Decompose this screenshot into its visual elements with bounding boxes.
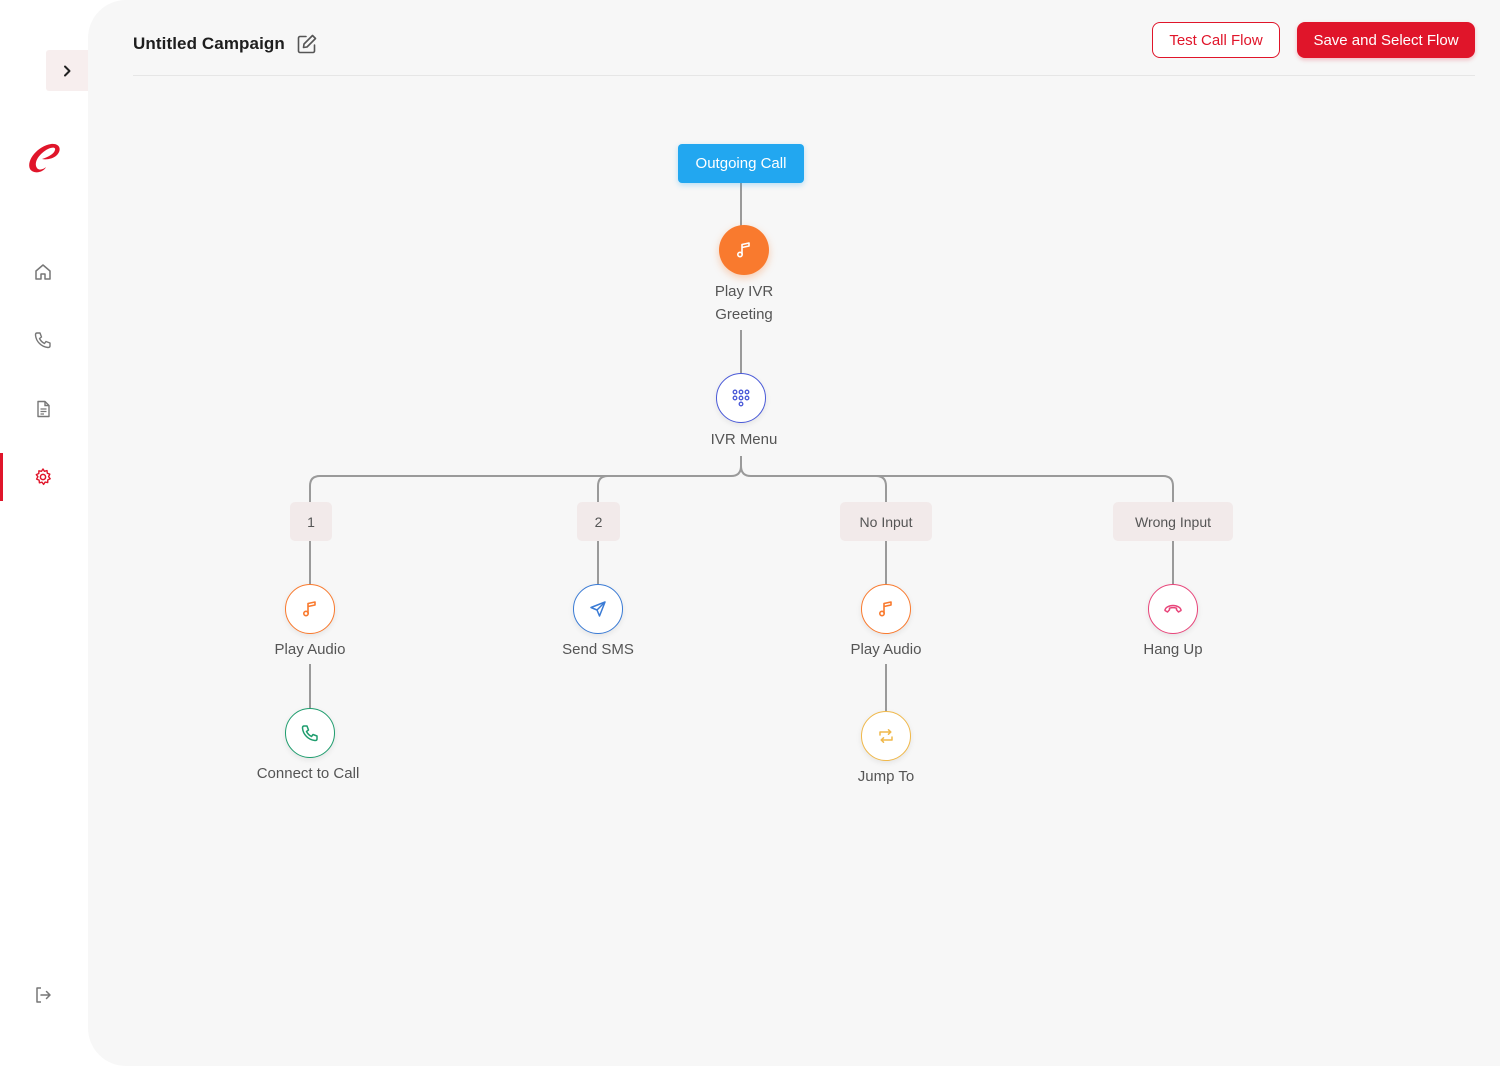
send-sms-label: Send SMS (562, 641, 634, 658)
edit-icon (297, 34, 317, 54)
outgoing-call-node[interactable]: Outgoing Call (678, 144, 804, 183)
jump-to-node[interactable] (861, 711, 911, 761)
edit-title-button[interactable] (296, 33, 318, 60)
play-audio-label: Play Audio (850, 641, 922, 658)
ivr-menu-node[interactable] (716, 373, 766, 423)
hang-up-label: Hang Up (1143, 641, 1203, 658)
branch-key-no-input[interactable]: No Input (840, 502, 932, 541)
hang-up-icon (1164, 604, 1182, 613)
page-title: Untitled Campaign (133, 34, 285, 53)
music-note-icon (736, 242, 750, 258)
play-audio-node[interactable] (285, 584, 335, 634)
phone-icon (301, 725, 318, 742)
phone-icon (34, 332, 51, 349)
play-ivr-greeting-label: Play IVR Greeting (714, 283, 774, 323)
branch-key-wrong-input[interactable]: Wrong Input (1113, 502, 1233, 541)
play-ivr-greeting-node[interactable] (719, 225, 769, 275)
music-note-icon (302, 601, 316, 617)
sidebar-expand-button[interactable] (46, 50, 88, 91)
repeat-icon (879, 729, 893, 743)
gear-icon (35, 468, 51, 486)
home-icon (35, 264, 51, 280)
document-icon (37, 400, 50, 418)
connect-to-call-node[interactable] (285, 708, 335, 758)
sidebar (0, 0, 88, 1066)
test-call-flow-button[interactable]: Test Call Flow (1152, 22, 1280, 58)
logout-button[interactable] (0, 971, 88, 1019)
save-select-flow-button[interactable]: Save and Select Flow (1297, 22, 1475, 58)
header: Untitled Campaign Test Call Flow Save an… (133, 0, 1475, 76)
logout-icon (36, 987, 51, 1003)
sidebar-item-calls[interactable] (0, 316, 88, 364)
sidebar-item-reports[interactable] (0, 385, 88, 433)
branch-key-2[interactable]: 2 (577, 502, 620, 541)
branch-key-1[interactable]: 1 (290, 502, 332, 541)
connect-to-call-label: Connect to Call (256, 765, 360, 782)
brand-logo (24, 138, 64, 178)
music-note-icon (878, 601, 892, 617)
sidebar-item-home[interactable] (0, 248, 88, 296)
play-audio-label: Play Audio (274, 641, 346, 658)
send-sms-node[interactable] (573, 584, 623, 634)
send-icon (590, 601, 606, 617)
dialpad-icon (732, 389, 750, 407)
ivr-menu-label: IVR Menu (710, 431, 778, 448)
play-audio-node[interactable] (861, 584, 911, 634)
hang-up-node[interactable] (1148, 584, 1198, 634)
sidebar-item-settings[interactable] (0, 453, 88, 501)
jump-to-label: Jump To (857, 768, 915, 785)
chevron-right-icon (64, 65, 71, 76)
